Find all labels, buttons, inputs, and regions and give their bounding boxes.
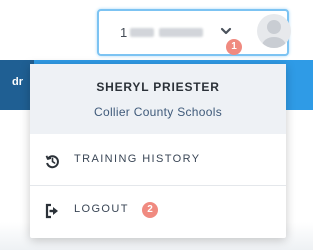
logout-icon [45, 203, 58, 219]
header-left-tab[interactable]: dr [0, 60, 34, 110]
history-icon [45, 155, 59, 169]
chevron-down-icon[interactable] [219, 24, 233, 38]
step-badge: 1 [226, 39, 242, 55]
header-left-tab-text: dr [12, 76, 23, 88]
step-badge: 2 [142, 202, 158, 218]
user-avatar-icon [262, 20, 286, 48]
avatar[interactable] [257, 14, 291, 48]
menu-item-training-history[interactable]: TRAINING HISTORY [30, 136, 286, 186]
menu-item-label: TRAINING HISTORY [74, 153, 201, 165]
menu-item-label: LOGOUT [74, 203, 129, 215]
username-blur [159, 28, 203, 37]
username-blur [130, 28, 154, 37]
username-masked: 1 [120, 25, 128, 40]
profile-summary: SHERYL PRIESTER Collier County Schools [30, 64, 286, 134]
user-menu-trigger[interactable]: 1 1 [97, 9, 291, 56]
user-dropdown-menu: SHERYL PRIESTER Collier County Schools T… [30, 64, 286, 238]
menu-item-logout[interactable]: LOGOUT 2 [30, 186, 286, 236]
profile-organization: Collier County Schools [94, 105, 222, 119]
profile-name: SHERYL PRIESTER [96, 80, 220, 94]
